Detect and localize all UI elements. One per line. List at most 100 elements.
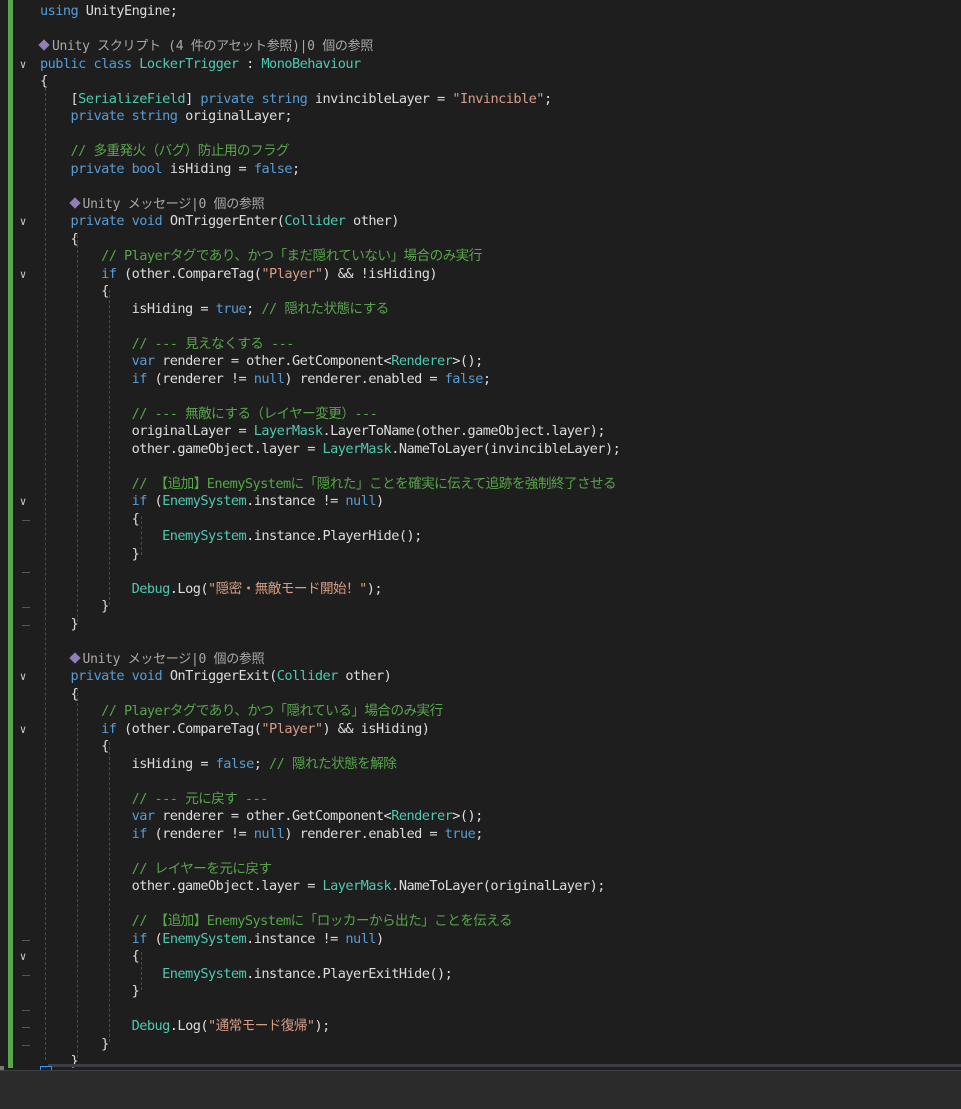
- code-token: {: [40, 948, 140, 964]
- code-token: // Playerタグであり、かつ「隠れている」場合のみ実行: [101, 703, 443, 719]
- code-line[interactable]: }: [40, 598, 109, 615]
- code-line[interactable]: if (EnemySystem.instance != null): [40, 493, 385, 510]
- code-line[interactable]: // 多重発火（バグ）防止用のフラグ: [40, 143, 290, 160]
- code-line[interactable]: }: [40, 616, 79, 633]
- code-line[interactable]: if (renderer != null) renderer.enabled =…: [40, 370, 491, 388]
- code-token: renderer = other.GetComponent<: [154, 353, 392, 369]
- fold-chevron-icon[interactable]: ∨: [17, 56, 29, 73]
- code-line[interactable]: var renderer = other.GetComponent<Render…: [40, 808, 484, 825]
- code-token: ;: [246, 300, 262, 317]
- code-line[interactable]: {: [40, 73, 48, 90]
- code-token: // --- 無敵にする（レイヤー変更）---: [131, 405, 378, 422]
- code-line[interactable]: {: [40, 948, 140, 965]
- fold-end-marker: [22, 974, 30, 976]
- code-token: .instance.PlayerExitHide();: [246, 965, 453, 982]
- code-line[interactable]: if (EnemySystem.instance != null): [40, 930, 385, 948]
- code-line[interactable]: if (renderer != null) renderer.enabled =…: [40, 825, 484, 843]
- fold-chevron-icon[interactable]: ∨: [17, 266, 29, 283]
- code-editor[interactable]: using UnityEngine; Unity スクリプト (4 件のアセット参…: [0, 0, 961, 1087]
- code-token: .NameToLayer(invincibleLayer);: [391, 440, 621, 457]
- code-line[interactable]: other.gameObject.layer = LayerMask.NameT…: [40, 440, 621, 458]
- fold-chevron-icon[interactable]: ∨: [17, 493, 29, 510]
- code-line[interactable]: {: [40, 686, 79, 703]
- code-token: "通常モード復帰": [207, 1018, 315, 1034]
- code-line[interactable]: var renderer = other.GetComponent<Render…: [40, 353, 484, 370]
- code-line[interactable]: using UnityEngine;: [40, 3, 178, 20]
- code-line[interactable]: // 【追加】EnemySystemに「ロッカーから出た」ことを伝える: [40, 913, 513, 930]
- code-token: class: [93, 55, 132, 72]
- code-token: other.gameObject.layer =: [40, 440, 323, 457]
- code-line[interactable]: [SerializeField] private string invincib…: [40, 90, 553, 108]
- code-token: );: [314, 1018, 331, 1034]
- code-token: private: [70, 213, 125, 229]
- codelens-text[interactable]: Unity メッセージ|0 個の参照: [83, 197, 265, 212]
- code-token: EnemySystem: [162, 528, 247, 544]
- code-line[interactable]: {: [40, 738, 109, 755]
- code-token: );: [366, 580, 383, 597]
- code-line[interactable]: Unity スクリプト (4 件のアセット参照)|0 個の参照: [38, 38, 373, 55]
- code-line[interactable]: isHiding = true; // 隠れた状態にする: [40, 300, 390, 318]
- code-line[interactable]: }: [40, 1036, 109, 1053]
- fold-chevron-icon[interactable]: ∨: [17, 721, 29, 738]
- code-token: renderer = other.GetComponent<: [154, 808, 392, 824]
- code-line[interactable]: public class LockerTrigger : MonoBehavio…: [40, 56, 361, 73]
- code-token: .instance.PlayerHide();: [246, 528, 422, 544]
- code-token: if: [131, 930, 148, 947]
- code-line[interactable]: {: [40, 283, 109, 300]
- code-line[interactable]: private void OnTriggerEnter(Collider oth…: [40, 213, 400, 230]
- code-token: .Log(: [169, 580, 209, 597]
- code-line[interactable]: if (other.CompareTag("Player") && isHidi…: [40, 720, 430, 738]
- code-token: // 【追加】EnemySystemに「ロッカーから出た」ことを伝える: [131, 913, 513, 929]
- editor-footer: [0, 1070, 961, 1109]
- code-line[interactable]: Unity メッセージ|0 個の参照: [40, 651, 265, 668]
- codelens-text[interactable]: Unity スクリプト (4 件のアセット参照)|0 個の参照: [52, 39, 373, 54]
- code-line[interactable]: private void OnTriggerExit(Collider othe…: [40, 668, 392, 685]
- code-token: null: [253, 825, 285, 842]
- code-line[interactable]: isHiding = false; // 隠れた状態を解除: [40, 756, 397, 773]
- horizontal-scrollbar[interactable]: [48, 1064, 961, 1067]
- code-line[interactable]: // レイヤーを元に戻す: [40, 861, 272, 878]
- code-line[interactable]: Unity メッセージ|0 個の参照: [40, 196, 265, 213]
- code-line[interactable]: private string originalLayer;: [40, 108, 293, 125]
- codelens-text[interactable]: Unity メッセージ|0 個の参照: [83, 652, 265, 667]
- code-line[interactable]: Debug.Log("隠密・無敵モード開始！");: [40, 580, 383, 598]
- code-token: OnTriggerEnter(: [162, 213, 285, 229]
- code-line[interactable]: }: [40, 983, 140, 1000]
- code-token: null: [253, 370, 285, 387]
- code-line[interactable]: // --- 無敵にする（レイヤー変更）---: [40, 405, 378, 423]
- code-token: (: [146, 493, 163, 509]
- code-line[interactable]: EnemySystem.instance.PlayerExitHide();: [40, 965, 453, 983]
- code-line[interactable]: // --- 元に戻す ---: [40, 791, 269, 808]
- code-token: "Invincible": [452, 90, 544, 107]
- code-line[interactable]: originalLayer = LayerMask.LayerToName(ot…: [40, 423, 606, 440]
- code-line[interactable]: other.gameObject.layer = LayerMask.NameT…: [40, 878, 606, 895]
- code-token: LayerMask: [322, 878, 392, 894]
- code-line[interactable]: {: [40, 511, 140, 528]
- code-line[interactable]: // 【追加】EnemySystemに「隠れた」ことを確実に伝えて追跡を強制終了…: [40, 476, 617, 493]
- code-line[interactable]: // Playerタグであり、かつ「隠れている」場合のみ実行: [40, 703, 443, 720]
- code-token: private: [70, 108, 125, 124]
- code-line[interactable]: // --- 見えなくする ---: [40, 336, 295, 353]
- code-token: Collider: [276, 668, 339, 684]
- code-token: true: [215, 300, 247, 317]
- code-line[interactable]: Debug.Log("通常モード復帰");: [40, 1018, 331, 1035]
- code-line[interactable]: private bool isHiding = false;: [40, 161, 301, 178]
- code-line[interactable]: {: [40, 231, 79, 248]
- code-token: .instance !=: [246, 493, 346, 509]
- code-token: if: [101, 720, 117, 737]
- code-line[interactable]: // Playerタグであり、かつ「まだ隠れていない」場合のみ実行: [40, 248, 482, 265]
- code-line[interactable]: EnemySystem.instance.PlayerHide();: [40, 528, 422, 545]
- code-token: MonoBehaviour: [261, 55, 361, 72]
- fold-chevron-icon[interactable]: ∨: [17, 213, 29, 230]
- fold-chevron-icon[interactable]: ∨: [17, 668, 29, 685]
- fold-chevron-icon[interactable]: ∨: [17, 948, 29, 965]
- code-token: // 隠れた状態にする: [261, 300, 389, 317]
- code-line[interactable]: }: [40, 546, 140, 563]
- code-line[interactable]: if (other.CompareTag("Player") && !isHid…: [40, 266, 437, 283]
